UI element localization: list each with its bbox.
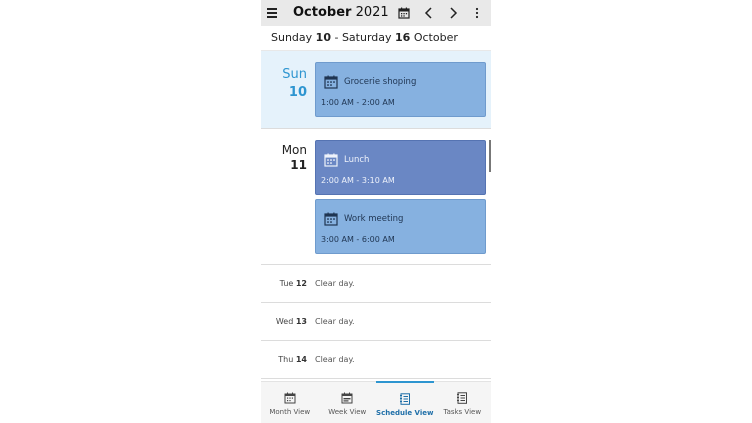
clear-day-row[interactable]: Wed 13 Clear day. [261,303,491,341]
month-title: October 2021 [293,4,389,22]
clear-day-text: Clear day. [315,317,355,326]
tab-label: Week View [328,408,367,416]
calendar-icon [324,212,338,226]
clear-day-date: Wed 13 [276,317,307,326]
chevron-right-icon[interactable] [445,5,461,21]
calendar-icon [324,153,338,167]
more-vert-icon[interactable] [469,5,485,21]
tab-label: Schedule View [376,409,434,417]
schedule-list-icon [399,393,410,405]
date-range-header: Sunday 10 - Saturday 16 October [261,26,491,51]
chevron-left-icon[interactable] [421,5,437,21]
app-bar: October 2021 [261,0,491,26]
tab-week-view[interactable]: Week View [319,382,377,423]
tab-schedule-view[interactable]: Schedule View [376,381,434,423]
hamburger-menu-icon[interactable] [267,5,281,21]
tab-tasks-view[interactable]: Tasks View [434,382,492,423]
event-card[interactable]: Grocerie shoping 1:00 AM - 2:00 AM [315,62,486,117]
clear-day-text: Clear day. [315,279,355,288]
range-start-day: Sunday [271,31,313,44]
clear-day-row[interactable]: Thu 14 Clear day. [261,341,491,379]
event-time: 2:00 AM - 3:10 AM [321,176,395,185]
range-end-month: October [410,31,458,44]
range-start-num: 10 [315,31,331,44]
range-end-day: Saturday [341,31,392,44]
event-card[interactable]: Work meeting 3:00 AM - 6:00 AM [315,199,486,254]
day-section-mon: Mon 11 Lunch 2:00 AM - 3:10 AM Work meet… [261,129,491,265]
year-label: 2021 [355,5,389,20]
month-label: October [293,5,352,20]
event-time: 1:00 AM - 2:00 AM [321,98,395,107]
clear-day-number: 14 [295,355,307,364]
day-section-sun: Sun 10 Grocerie shoping 1:00 AM - 2:00 A… [261,51,491,129]
day-number: 10 [288,85,307,100]
scrollbar[interactable] [489,140,491,172]
calendar-picker-icon[interactable] [396,5,412,21]
scheduler-app: October 2021 Sunday 10 - Saturday 16 Oct… [261,0,491,423]
clear-day-name: Tue [279,279,294,288]
event-time: 3:00 AM - 6:00 AM [321,235,395,244]
clear-day-date: Tue 12 [280,279,307,288]
clear-day-text: Clear day. [315,355,355,364]
event-title: Work meeting [344,214,404,224]
calendar-week-icon [341,392,353,404]
calendar-month-icon [284,392,296,404]
clear-day-name: Wed [275,317,294,326]
tab-month-view[interactable]: Month View [261,382,319,423]
range-end-num: 16 [395,31,411,44]
clear-day-name: Thu [278,355,294,364]
clear-day-number: 12 [295,279,307,288]
event-title: Grocerie shoping [344,77,417,87]
clear-day-row[interactable]: Tue 12 Clear day. [261,265,491,303]
tab-label: Month View [269,408,311,416]
tab-label: Tasks View [443,408,482,416]
event-card-selected[interactable]: Lunch 2:00 AM - 3:10 AM [315,140,486,195]
event-title: Lunch [344,155,370,165]
clear-day-number: 13 [295,317,307,326]
clear-day-date: Thu 14 [278,355,307,364]
day-name: Sun [282,67,307,82]
day-name: Mon [281,143,307,157]
bottom-navigation: Month View Week View Schedule View Tasks… [261,381,491,423]
calendar-icon [324,75,338,89]
range-separator: - [330,31,342,44]
tasks-list-icon [457,392,468,404]
day-number: 11 [290,158,307,172]
